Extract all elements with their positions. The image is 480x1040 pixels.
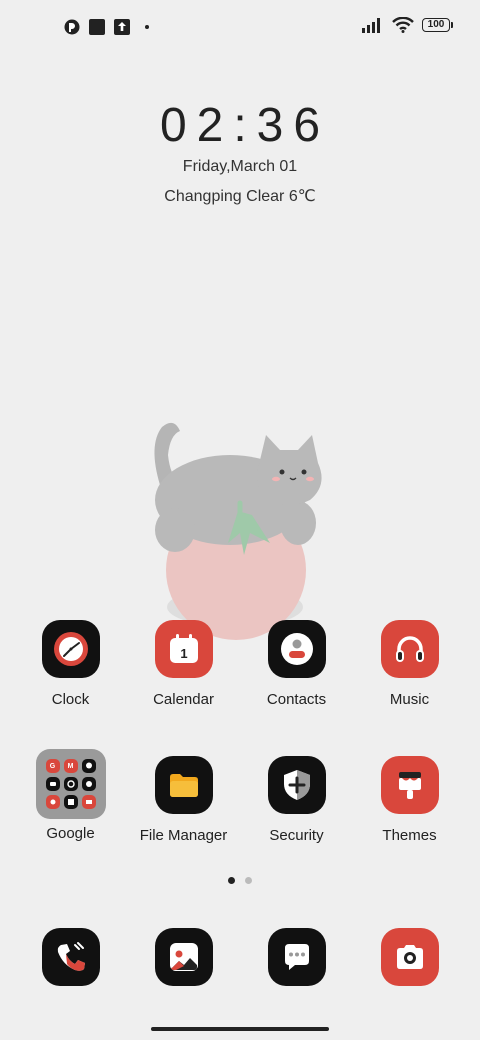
app-grid-row-2: G M Google File Manager Security Themes (0, 749, 480, 876)
maps-mini-icon (81, 759, 96, 773)
system-icons: 100 (362, 17, 453, 33)
drive-mini-icon (45, 777, 60, 791)
messages-icon (267, 928, 326, 986)
dock-gallery[interactable] (127, 928, 240, 986)
camera-icon (380, 928, 439, 986)
app-themes[interactable]: Themes (353, 756, 466, 844)
dock-phone[interactable] (14, 928, 127, 986)
mail-mini-icon: M (63, 759, 78, 773)
app-music[interactable]: Music (353, 620, 466, 708)
battery-icon: 100 (422, 18, 453, 32)
meet-mini-icon (81, 795, 96, 809)
notification-icons (64, 19, 149, 35)
app-notification-icon (64, 19, 80, 35)
calendar-icon: 1 (154, 620, 213, 678)
folder-icon: G M (35, 749, 106, 819)
app-calendar[interactable]: 1 Calendar (127, 620, 240, 708)
gallery-icon (154, 928, 213, 986)
square-notification-icon (89, 19, 105, 35)
app-label: Security (269, 827, 324, 844)
dock-messages[interactable] (240, 928, 353, 986)
app-label: File Manager (139, 827, 228, 844)
app-grid-row-1: Clock 1 Calendar Contacts Music (0, 620, 480, 740)
gmail-mini-icon: G (45, 759, 60, 773)
status-bar: 100 (0, 0, 480, 56)
clock-icon (41, 620, 100, 678)
phone-icon (41, 928, 100, 986)
app-file-manager[interactable]: File Manager (127, 756, 240, 844)
app-clock[interactable]: Clock (14, 620, 127, 708)
lockscreen-clock-widget[interactable]: 02:36 Friday,March 01 Changping Clear 6℃ (0, 96, 480, 206)
date-text: Friday,March 01 (182, 158, 298, 175)
dock (0, 928, 480, 988)
home-gesture-bar[interactable] (151, 1027, 329, 1031)
contacts-icon (267, 620, 326, 678)
app-label: Calendar (153, 691, 214, 708)
cat-tomato-wallpaper (154, 422, 322, 640)
page-indicator (0, 877, 480, 884)
chrome-mini-icon (63, 777, 78, 791)
big-time: 02:36 (159, 99, 331, 152)
dock-camera[interactable] (353, 928, 466, 986)
more-dot (145, 25, 149, 29)
app-label: Themes (382, 827, 437, 844)
upload-icon (114, 19, 130, 35)
app-label: Contacts (266, 691, 327, 708)
photos-mini-icon (45, 795, 60, 809)
docs-mini-icon (63, 795, 78, 809)
page-dot-2[interactable] (245, 877, 252, 884)
shield-icon (267, 756, 326, 814)
app-label: Music (389, 691, 430, 708)
weather-text: Changping Clear 6℃ (164, 188, 316, 205)
signal-icon (362, 18, 380, 33)
app-security[interactable]: Security (240, 756, 353, 844)
headphones-icon (380, 620, 439, 678)
page-dot-1[interactable] (228, 877, 235, 884)
file-folder-icon (154, 756, 213, 814)
app-label: Clock (51, 691, 90, 708)
app-label: Google (46, 825, 95, 842)
paint-brush-icon (380, 756, 439, 814)
wifi-icon (392, 17, 414, 33)
app-google-folder[interactable]: G M Google (14, 749, 127, 842)
app-contacts[interactable]: Contacts (240, 620, 353, 708)
calendar-day: 1 (180, 646, 187, 661)
youtube-mini-icon (81, 777, 96, 791)
